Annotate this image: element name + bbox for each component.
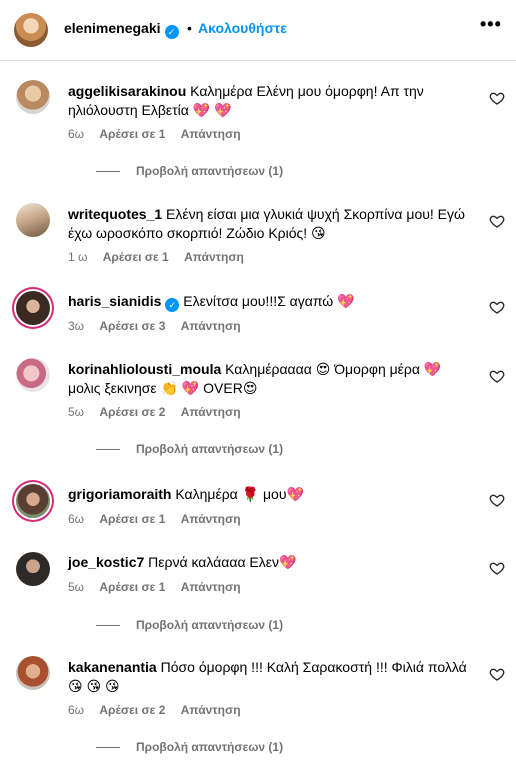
like-heart-icon[interactable] bbox=[489, 560, 505, 576]
commenter-avatar[interactable] bbox=[16, 80, 50, 114]
reply-button[interactable]: Απάντηση bbox=[181, 405, 241, 419]
comment-body: aggelikisarakinou Καλημέρα Ελένη μου όμο… bbox=[68, 82, 468, 120]
reply-button[interactable]: Απάντηση bbox=[181, 580, 241, 594]
commenter-avatar[interactable] bbox=[16, 203, 50, 237]
replies-line bbox=[96, 448, 120, 450]
comment-body: haris_sianidis ✓ Ελενίτσα μου!!!Σ αγαπώ 💖 bbox=[68, 292, 468, 312]
comment-time[interactable]: 5ω bbox=[68, 405, 84, 419]
comment-meta: 3ω Αρέσει σε 3 Απάντηση bbox=[68, 319, 253, 333]
view-replies-label[interactable]: Προβολή απαντήσεων (1) bbox=[136, 618, 283, 632]
comment-time[interactable]: 6ω bbox=[68, 703, 84, 717]
follow-button[interactable]: Ακολουθήστε bbox=[198, 20, 287, 36]
commenter-username[interactable]: kakanenantia bbox=[68, 659, 157, 675]
replies-line bbox=[96, 746, 120, 748]
commenter-username[interactable]: korinahliolousti_moula bbox=[68, 361, 221, 377]
commenter-username[interactable]: grigoriamoraith bbox=[68, 486, 171, 502]
header-divider bbox=[0, 60, 516, 61]
comment-time[interactable]: 1 ω bbox=[68, 250, 87, 264]
view-replies-button[interactable]: Προβολή απαντήσεων (1) bbox=[96, 618, 283, 632]
commenter-username[interactable]: haris_sianidis bbox=[68, 293, 161, 309]
commenter-username[interactable]: aggelikisarakinou bbox=[68, 83, 186, 99]
author-username-text[interactable]: elenimenegaki bbox=[64, 20, 161, 36]
view-replies-label[interactable]: Προβολή απαντήσεων (1) bbox=[136, 740, 283, 754]
like-heart-icon[interactable] bbox=[489, 368, 505, 384]
likes-count[interactable]: Αρέσει σε 3 bbox=[99, 319, 165, 333]
likes-count[interactable]: Αρέσει σε 1 bbox=[103, 250, 169, 264]
comment-meta: 1 ω Αρέσει σε 1 Απάντηση bbox=[68, 250, 256, 264]
like-heart-icon[interactable] bbox=[489, 666, 505, 682]
view-replies-label[interactable]: Προβολή απαντήσεων (1) bbox=[136, 442, 283, 456]
more-options-icon[interactable]: ••• bbox=[480, 14, 502, 35]
view-replies-button[interactable]: Προβολή απαντήσεων (1) bbox=[96, 442, 283, 456]
replies-line bbox=[96, 170, 120, 172]
commenter-avatar[interactable] bbox=[16, 552, 50, 586]
comment-body: korinahliolousti_moula Καλημέραααα 😍 Όμο… bbox=[68, 360, 468, 398]
comment-meta: 5ω Αρέσει σε 1 Απάντηση bbox=[68, 580, 253, 594]
comment-time[interactable]: 6ω bbox=[68, 512, 84, 526]
comment-meta: 6ω Αρέσει σε 2 Απάντηση bbox=[68, 703, 253, 717]
verified-badge-icon: ✓ bbox=[164, 25, 179, 39]
comment-text: Ελενίτσα μου!!!Σ αγαπώ 💖 bbox=[183, 293, 355, 309]
reply-button[interactable]: Απάντηση bbox=[184, 250, 244, 264]
comment-time[interactable]: 3ω bbox=[68, 319, 84, 333]
comment-body: writequotes_1 Ελένη είσαι μια γλυκιά ψυχ… bbox=[68, 205, 468, 243]
commenter-avatar[interactable] bbox=[16, 484, 50, 518]
like-heart-icon[interactable] bbox=[489, 299, 505, 315]
reply-button[interactable]: Απάντηση bbox=[181, 127, 241, 141]
likes-count[interactable]: Αρέσει σε 1 bbox=[99, 127, 165, 141]
commenter-avatar[interactable] bbox=[16, 358, 50, 392]
comment-body: kakanenantia Πόσο όμορφη !!! Καλή Σαρακο… bbox=[68, 658, 468, 696]
likes-count[interactable]: Αρέσει σε 2 bbox=[99, 703, 165, 717]
comment-time[interactable]: 5ω bbox=[68, 580, 84, 594]
reply-button[interactable]: Απάντηση bbox=[181, 703, 241, 717]
comment-body: grigoriamoraith Καλημέρα 🌹 μου💖 bbox=[68, 485, 468, 504]
replies-line bbox=[96, 624, 120, 626]
author-username[interactable]: elenimenegaki ✓ bbox=[64, 20, 179, 39]
comment-meta: 6ω Αρέσει σε 1 Απάντηση bbox=[68, 127, 253, 141]
likes-count[interactable]: Αρέσει σε 1 bbox=[99, 512, 165, 526]
like-heart-icon[interactable] bbox=[489, 213, 505, 229]
like-heart-icon[interactable] bbox=[489, 90, 505, 106]
reply-button[interactable]: Απάντηση bbox=[181, 319, 241, 333]
view-replies-button[interactable]: Προβολή απαντήσεων (1) bbox=[96, 164, 283, 178]
reply-button[interactable]: Απάντηση bbox=[181, 512, 241, 526]
view-replies-label[interactable]: Προβολή απαντήσεων (1) bbox=[136, 164, 283, 178]
separator-dot: • bbox=[187, 20, 192, 36]
comment-text: Καλημέρα 🌹 μου💖 bbox=[175, 486, 304, 502]
comment-time[interactable]: 6ω bbox=[68, 127, 84, 141]
likes-count[interactable]: Αρέσει σε 2 bbox=[99, 405, 165, 419]
commenter-username[interactable]: joe_kostic7 bbox=[68, 554, 144, 570]
comment-meta: 5ω Αρέσει σε 2 Απάντηση bbox=[68, 405, 253, 419]
commenter-avatar[interactable] bbox=[16, 291, 50, 325]
view-replies-button[interactable]: Προβολή απαντήσεων (1) bbox=[96, 740, 283, 754]
commenter-username[interactable]: writequotes_1 bbox=[68, 206, 162, 222]
likes-count[interactable]: Αρέσει σε 1 bbox=[99, 580, 165, 594]
comment-meta: 6ω Αρέσει σε 1 Απάντηση bbox=[68, 512, 253, 526]
commenter-avatar[interactable] bbox=[16, 656, 50, 690]
author-avatar[interactable] bbox=[14, 13, 48, 47]
like-heart-icon[interactable] bbox=[489, 492, 505, 508]
comment-text: Περνά καλάααα Ελεν💖 bbox=[148, 554, 297, 570]
comment-body: joe_kostic7 Περνά καλάααα Ελεν💖 bbox=[68, 553, 468, 572]
verified-badge-icon: ✓ bbox=[165, 298, 180, 312]
post-header: elenimenegaki ✓ • Ακολουθήστε ••• bbox=[0, 0, 516, 60]
